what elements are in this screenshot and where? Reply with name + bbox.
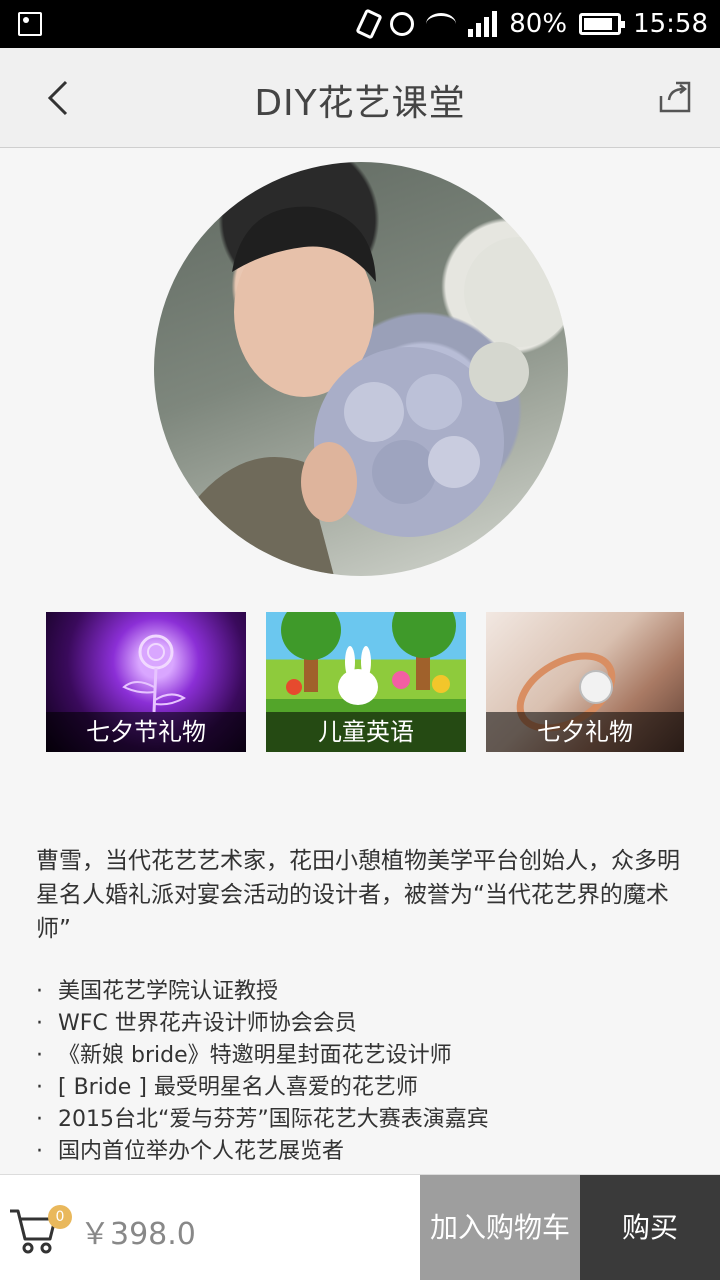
category-card-qixi-gift[interactable]: 七夕节礼物 — [46, 612, 246, 752]
list-item: · 《新娘 bride》特邀明星封面花艺设计师 — [36, 1043, 452, 1068]
credentials-list: · 美国花艺学院认证教授 · WFC 世界花卉设计师协会会员 · 《新娘 bride》… — [36, 976, 686, 1168]
share-button[interactable] — [656, 78, 694, 116]
price: ￥398.0 — [80, 1217, 196, 1252]
list-item: · 国内首位举办个人花艺展览者 — [36, 1139, 345, 1164]
status-icons: 80% 15:58 — [355, 0, 708, 48]
alarm-icon — [390, 12, 415, 36]
battery-percent: 80% — [509, 9, 568, 39]
category-card-qixi-present[interactable]: 七夕礼物 — [486, 612, 684, 752]
category-label: 七夕节礼物 — [46, 712, 246, 752]
list-item: · 美国花艺学院认证教授 — [36, 979, 279, 1004]
category-label: 七夕礼物 — [486, 712, 684, 752]
add-to-cart-button[interactable]: 加入购物车 — [420, 1175, 580, 1280]
list-item: · WFC 世界花卉设计师协会会员 — [36, 1011, 357, 1036]
author-avatar — [154, 162, 568, 576]
purchase-bar: 0 ￥398.0 加入购物车 购买 — [0, 1174, 720, 1280]
vibrate-icon — [355, 8, 383, 40]
avatar-photo — [174, 206, 568, 576]
category-card-kids-english[interactable]: 儿童英语 — [266, 612, 466, 752]
wifi-icon — [426, 13, 457, 35]
battery-icon — [579, 13, 626, 35]
list-item: · 2015台北“爱与芬芳”国际花艺大赛表演嘉宾 — [36, 1107, 489, 1132]
list-item: ·[ Bride ] 最受明星名人喜爱的花艺师 — [36, 1075, 418, 1100]
author-description: 曹雪，当代花艺艺术家，花田小憩植物美学平台创始人，众多明星名人婚礼派对宴会活动的… — [36, 848, 680, 942]
cart-count-badge: 0 — [48, 1205, 72, 1229]
app-header: DIY花艺课堂 — [0, 48, 720, 148]
category-label: 儿童英语 — [266, 712, 466, 752]
share-icon — [659, 81, 691, 113]
buy-button[interactable]: 购买 — [580, 1175, 720, 1280]
status-bar: 80% 15:58 — [0, 0, 720, 48]
page-title: DIY花艺课堂 — [254, 83, 466, 124]
image-icon — [18, 12, 42, 36]
clock: 15:58 — [633, 9, 708, 39]
signal-icon — [468, 11, 498, 37]
